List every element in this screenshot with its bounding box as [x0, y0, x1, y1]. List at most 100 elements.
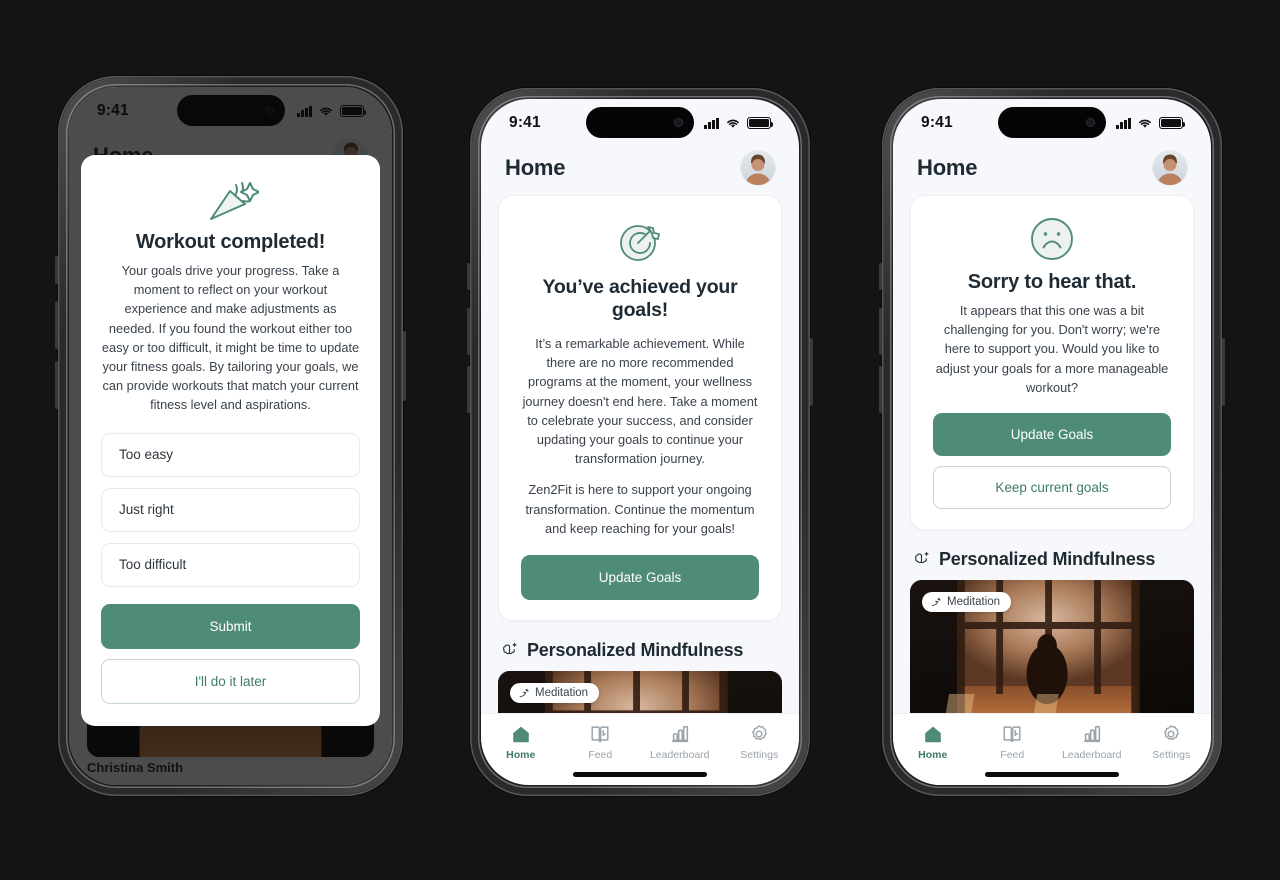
volume-down-button[interactable]: [55, 361, 58, 409]
home-icon: [924, 726, 941, 743]
submit-button[interactable]: Submit: [101, 603, 360, 649]
card-body-1: It’s a remarkable achievement. While the…: [522, 336, 758, 467]
sorry-to-hear-card: Sorry to hear that. It appears that this…: [910, 195, 1194, 530]
front-camera-icon: [1086, 118, 1095, 127]
status-indicators: [1116, 117, 1186, 129]
modal-title: Workout completed!: [135, 231, 326, 253]
tab-home[interactable]: Home: [481, 723, 561, 761]
phone-1-workout-completed: 9:41 Home: [55, 76, 406, 796]
card-title: You’ve achieved your goals!: [542, 276, 738, 321]
phone-3-sorry-to-hear: 9:41 Home Sorry to hear that. It appears…: [879, 88, 1225, 796]
tab-label: Feed: [1000, 749, 1025, 761]
power-button[interactable]: [403, 331, 406, 401]
bar-chart-icon: [671, 725, 688, 743]
volume-up-button[interactable]: [55, 301, 58, 349]
volume-mute-switch[interactable]: [55, 256, 58, 284]
user-avatar[interactable]: [741, 151, 775, 185]
modal-body: Your goals drive your progress. Take a m…: [101, 263, 360, 413]
sad-face-icon: [933, 215, 1171, 263]
tab-label: Leaderboard: [1061, 749, 1122, 761]
tab-label: Leaderboard: [649, 749, 710, 761]
volume-mute-switch[interactable]: [879, 263, 882, 290]
tab-leaderboard[interactable]: Leaderboard: [640, 723, 720, 761]
status-time: 9:41: [921, 114, 953, 131]
volume-up-button[interactable]: [879, 308, 882, 355]
phone-3-screen: 9:41 Home Sorry to hear that. It appears…: [893, 99, 1211, 785]
option-too-difficult[interactable]: Too difficult: [101, 542, 360, 587]
screenshot-stage: 9:41 Home: [0, 0, 1280, 880]
app-header: Home: [481, 147, 799, 195]
power-button[interactable]: [1222, 338, 1225, 406]
tab-label: Feed: [588, 749, 613, 761]
user-avatar[interactable]: [1153, 151, 1187, 185]
gear-icon: [1164, 725, 1180, 741]
tab-feed[interactable]: Feed: [561, 723, 641, 761]
home-indicator[interactable]: [985, 772, 1119, 777]
feedback-options: Too easy Just right Too difficult: [101, 432, 360, 587]
dynamic-island: [998, 107, 1106, 138]
ill-do-it-later-button[interactable]: I'll do it later: [101, 658, 360, 704]
tab-settings[interactable]: Settings: [1132, 723, 1212, 761]
tab-leaderboard[interactable]: Leaderboard: [1052, 723, 1132, 761]
wifi-icon: [727, 119, 739, 128]
section-title: Personalized Mindfulness: [939, 548, 1156, 569]
cellular-signal-icon: [1116, 117, 1131, 129]
section-title: Personalized Mindfulness: [527, 639, 744, 660]
card-title: Sorry to hear that.: [967, 271, 1137, 293]
target-goal-icon: [521, 216, 759, 266]
meditation-badge: Meditation: [510, 682, 600, 703]
badge-label: Meditation: [947, 595, 1001, 608]
option-too-easy[interactable]: Too easy: [101, 432, 360, 477]
badge-label: Meditation: [535, 686, 589, 699]
bar-chart-icon: [1083, 725, 1100, 743]
leaf-icon: [931, 598, 941, 607]
update-goals-button[interactable]: Update Goals: [521, 554, 759, 600]
status-time: 9:41: [509, 114, 541, 131]
volume-down-button[interactable]: [879, 366, 882, 413]
battery-icon: [1159, 117, 1186, 129]
card-body: It appears that this one was a bit chall…: [935, 303, 1169, 395]
personalized-mindfulness-heading: Personalized Mindfulness: [910, 549, 1194, 570]
volume-down-button[interactable]: [467, 366, 470, 413]
modal-actions: Submit I'll do it later: [101, 603, 360, 704]
meditation-badge: Meditation: [922, 591, 1012, 612]
page-title: Home: [505, 155, 566, 180]
status-bar: 9:41: [481, 99, 799, 147]
phone-1-screen: 9:41 Home: [69, 87, 392, 785]
home-indicator[interactable]: [573, 772, 707, 777]
volume-up-button[interactable]: [467, 308, 470, 355]
keep-current-goals-button[interactable]: Keep current goals: [933, 465, 1171, 509]
option-just-right[interactable]: Just right: [101, 487, 360, 532]
tab-settings[interactable]: Settings: [720, 723, 800, 761]
option-label: Too difficult: [119, 557, 187, 572]
tab-label: Home: [918, 749, 948, 761]
feed-book-icon: [591, 726, 609, 743]
battery-icon: [747, 117, 774, 129]
feed-book-icon: [1003, 726, 1021, 743]
home-icon: [512, 726, 529, 743]
phone-2-screen: 9:41 Home You’ve achieved your goals! It…: [481, 99, 799, 785]
update-goals-button[interactable]: Update Goals: [933, 412, 1171, 456]
card-body-2: Zen2Fit is here to support your ongoing …: [525, 482, 755, 536]
personalized-mindfulness-heading: Personalized Mindfulness: [498, 640, 782, 661]
tab-feed[interactable]: Feed: [973, 723, 1053, 761]
mindfulness-brain-sparkle-icon: [502, 642, 518, 655]
page-title: Home: [917, 155, 978, 180]
status-indicators: [704, 117, 774, 129]
leaf-icon: [519, 689, 529, 698]
goals-achieved-card: You’ve achieved your goals! It’s a remar…: [498, 195, 782, 621]
party-popper-icon: [101, 177, 360, 225]
power-button[interactable]: [810, 338, 813, 406]
option-label: Too easy: [119, 447, 174, 462]
option-label: Just right: [119, 502, 174, 517]
cellular-signal-icon: [704, 117, 719, 129]
front-camera-icon: [674, 118, 683, 127]
tab-label: Settings: [1152, 749, 1191, 761]
tab-home[interactable]: Home: [893, 723, 973, 761]
volume-mute-switch[interactable]: [467, 263, 470, 290]
dynamic-island: [586, 107, 694, 138]
gear-icon: [752, 725, 768, 741]
workout-feedback-modal: Workout completed! Your goals drive your…: [81, 155, 380, 726]
status-bar: 9:41: [893, 99, 1211, 147]
tab-label: Home: [506, 749, 536, 761]
